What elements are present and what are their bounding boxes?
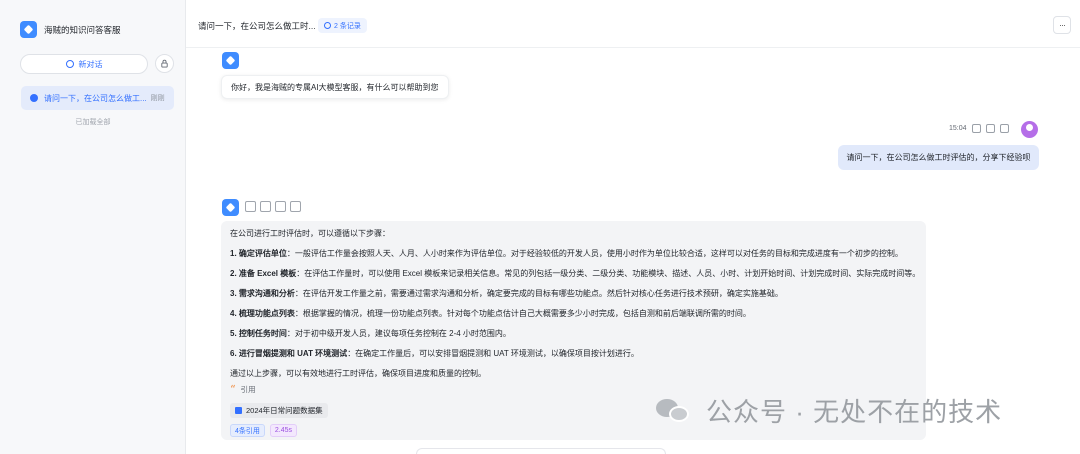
copy-icon[interactable] <box>245 201 256 212</box>
app-brand: 海贼的知识问答客服 <box>20 21 121 38</box>
elapsed-badge: 2.45s <box>269 424 298 437</box>
thumbs-up-icon[interactable] <box>275 201 286 212</box>
sidebar: 海贼的知识问答客服 新对话 请问一下，在公司怎么做工... 刚刚 已加载全部 <box>0 0 186 454</box>
dataset-name: 2024年日常问题数据集 <box>246 406 323 415</box>
step-title: 3. 需求沟通和分析 <box>230 289 295 298</box>
user-message-meta: 15:04 <box>949 124 1009 133</box>
watermark-text: 公众号 · 无处不在的技术 <box>706 397 1003 427</box>
user-message: 请问一下，在公司怎么做工时评估的，分享下经验呗 <box>838 145 1039 170</box>
speaker-icon[interactable] <box>260 201 271 212</box>
records-badge[interactable]: 2 条记录 <box>318 18 367 33</box>
step-title: 5. 控制任务时间 <box>230 329 287 338</box>
lock-icon <box>161 59 168 68</box>
bot-avatar-icon <box>222 199 239 216</box>
answer-step: 4. 梳理功能点列表：根据掌握的情况，梳理一份功能点列表。针对每个功能点估计自己… <box>230 309 917 319</box>
step-text: ：在评估工作量时，可以使用 Excel 模板来记录相关信息。常见的列包括一级分类… <box>296 269 921 278</box>
answer-step: 5. 控制任务时间：对于初中级开发人员，建议每项任务控制在 2-4 小时范围内。 <box>230 329 917 339</box>
conversation-item[interactable]: 请问一下，在公司怎么做工... 刚刚 <box>21 86 174 110</box>
lock-button[interactable] <box>155 54 174 73</box>
user-message-time: 15:04 <box>949 125 967 132</box>
answer-conclusion: 通过以上步骤，可以有效地进行工时评估，确保项目进度和质量的控制。 <box>230 369 486 378</box>
answer-toolbar <box>245 201 305 212</box>
answer-step: 6. 进行冒烟提测和 UAT 环境测试：在确定工作量后，可以安排冒烟提测和 UA… <box>230 349 917 359</box>
answer-step: 3. 需求沟通和分析：在评估开发工作量之前，需要通过需求沟通和分析，确定要完成的… <box>230 289 917 299</box>
watermark: 公众号 · 无处不在的技术 <box>656 392 1002 429</box>
chat-bubble-icon <box>65 60 74 68</box>
loaded-all-text: 已加载全部 <box>75 119 111 126</box>
chat-input-box[interactable] <box>416 448 666 454</box>
chat-header: 请问一下，在公司怎么做工时... 2 条记录 ··· <box>186 0 1080 48</box>
step-title: 4. 梳理功能点列表 <box>230 309 295 318</box>
records-label: 2 条记录 <box>334 22 361 30</box>
app-logo-icon <box>20 21 37 38</box>
step-title: 6. 进行冒烟提测和 UAT 环境测试 <box>230 349 348 358</box>
answer-intro: 在公司进行工时评估时，可以遵循以下步骤： <box>230 229 390 238</box>
step-text: ：在评估开发工作量之前，需要通过需求沟通和分析，确定要完成的目标有哪些功能点。然… <box>294 289 783 298</box>
step-text: ：根据掌握的情况，梳理一份功能点列表。针对每个功能点估计自己大概需要多少小时完成… <box>294 309 751 318</box>
new-chat-button[interactable]: 新对话 <box>20 54 148 74</box>
clock-icon <box>324 22 331 29</box>
conversation-title: 请问一下，在公司怎么做工... <box>44 93 147 103</box>
quote-icon: “ <box>230 383 236 396</box>
step-title: 1. 确定评估单位 <box>230 249 287 258</box>
bot-avatar-icon <box>222 52 239 69</box>
citations-badge[interactable]: 4条引用 <box>230 424 265 437</box>
more-button[interactable]: ··· <box>1053 16 1071 34</box>
delete-icon[interactable] <box>999 124 1009 133</box>
retry-icon[interactable] <box>985 124 995 133</box>
step-text: ：对于初中级开发人员，建议每项任务控制在 2-4 小时范围内。 <box>286 329 511 338</box>
answer-step: 1. 确定评估单位：一般评估工作量会按照人天、人月、人小时来作为评估单位。对于经… <box>230 249 917 259</box>
new-chat-label: 新对话 <box>78 59 103 69</box>
wechat-icon <box>656 397 692 425</box>
copy-icon[interactable] <box>971 124 981 133</box>
conversation-icon <box>30 94 38 102</box>
user-avatar <box>1021 121 1038 138</box>
conversation-time: 刚刚 <box>150 95 165 102</box>
quote-label: 引用 <box>240 385 256 394</box>
greeting-message: 你好，我是海贼的专属AI大模型客服，有什么可以帮助到您 <box>221 75 449 99</box>
step-text: ：在确定工作量后，可以安排冒烟提测和 UAT 环境测试，以确保项目按计划进行。 <box>347 349 639 358</box>
chat-title: 请问一下，在公司怎么做工时... <box>198 21 316 31</box>
app-name: 海贼的知识问答客服 <box>44 24 121 35</box>
step-title: 2. 准备 Excel 模板 <box>230 269 297 278</box>
step-text: ：一般评估工作量会按照人天、人月、人小时来作为评估单位。对于经验较低的开发人员，… <box>286 249 903 258</box>
thumbs-down-icon[interactable] <box>290 201 301 212</box>
dataset-chip[interactable]: 2024年日常问题数据集 <box>230 403 328 418</box>
answer-step: 2. 准备 Excel 模板：在评估工作量时，可以使用 Excel 模板来记录相… <box>230 269 921 279</box>
dataset-icon <box>235 407 242 414</box>
